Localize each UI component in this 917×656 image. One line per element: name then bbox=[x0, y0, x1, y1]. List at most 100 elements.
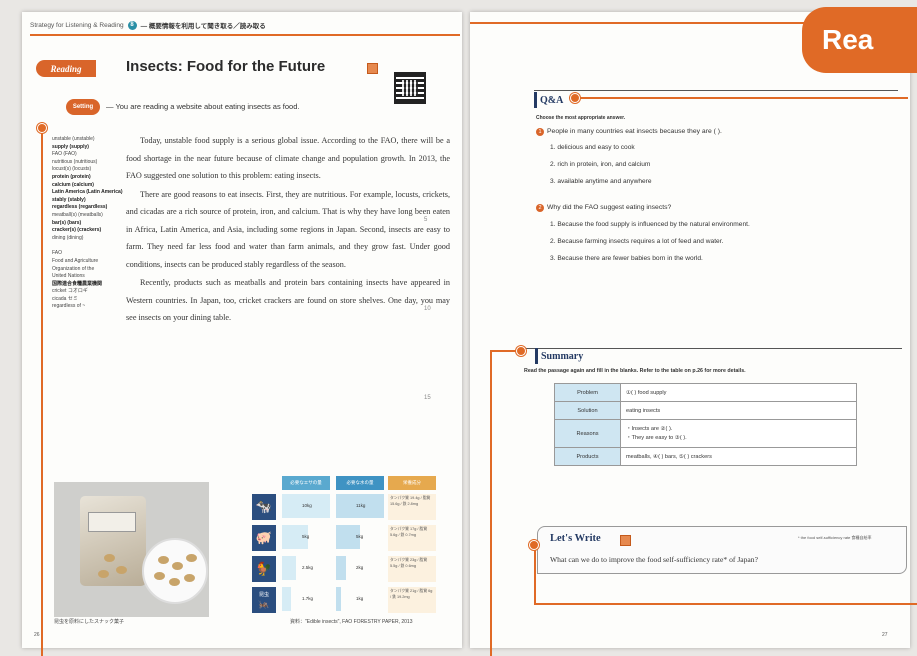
setting-badge: Setting bbox=[66, 99, 100, 115]
glossary: unstable (unstable) supply (supply) FAO … bbox=[52, 136, 124, 311]
cricket-cracker-photo bbox=[54, 482, 209, 617]
glossary-note: Organization of the bbox=[52, 265, 95, 272]
textbook-spread: Strategy for Listening & Reading 8 — 概要情… bbox=[0, 0, 917, 656]
lets-write-note: * the food self-sufficiency rate 食糧自給率 bbox=[798, 535, 872, 540]
water-value: 5kg bbox=[356, 534, 364, 539]
glossary-item: unstable (unstable) bbox=[52, 136, 95, 142]
qa-instruction: Choose the most appropriate answer. bbox=[536, 115, 626, 121]
glossary-note: 国際連合食糧農業機関 bbox=[52, 280, 103, 287]
glossary-item: FAO (FAO) bbox=[52, 151, 77, 158]
summary-cell[interactable]: meatballs, ④( ) bars, ⑤( ) crackers bbox=[620, 447, 857, 466]
water-value: 11kg bbox=[356, 503, 366, 508]
worksheet-icon[interactable] bbox=[367, 63, 378, 74]
question-2: 2 Why did the FAO suggest eating insects? bbox=[536, 204, 671, 212]
summary-cell[interactable]: ・Insects are ②( ). ・They are easy to ③( … bbox=[620, 419, 857, 448]
summary-label: Reasons bbox=[554, 419, 621, 448]
annotation-dot bbox=[37, 123, 47, 133]
table-row: Problem ①( ) food supply bbox=[554, 383, 857, 402]
nutrient-cell: タンパク質 23g / 脂質 5.5g / 鉄 0.6mg bbox=[388, 556, 436, 582]
summary-cell[interactable]: ①( ) food supply bbox=[620, 383, 857, 402]
glossary-item: Latin America (Latin America) bbox=[52, 189, 123, 196]
table-row: 🐓 2.5kg 2kg タンパク質 23g / 脂質 5.5g / 鉄 0.6m… bbox=[250, 556, 440, 586]
chicken-icon: 🐓 bbox=[252, 556, 276, 582]
figure-source: 資料："Edible insects", FAO FORESTRY PAPER,… bbox=[290, 619, 413, 625]
lets-write-question[interactable]: What can we do to improve the food self-… bbox=[550, 555, 758, 564]
table-row: Products meatballs, ④( ) bars, ⑤( ) crac… bbox=[554, 447, 857, 466]
glossary-note: regardless of ~ bbox=[52, 303, 86, 310]
glossary-item: meatball(s) (meatballs) bbox=[52, 211, 103, 218]
glossary-item: dining (dining) bbox=[52, 234, 84, 241]
line-number: 15 bbox=[424, 395, 431, 401]
glossary-item: protein (protein) bbox=[52, 173, 91, 180]
water-value: 1kg bbox=[356, 596, 364, 601]
summary-label: Problem bbox=[554, 383, 621, 402]
annotation-line bbox=[41, 128, 43, 656]
worksheet-icon[interactable] bbox=[620, 535, 631, 546]
summary-table: Problem ①( ) food supply Solution eating… bbox=[554, 383, 857, 466]
snack-bag bbox=[80, 496, 146, 586]
annotation-dot bbox=[570, 93, 580, 103]
page-number-right: 27 bbox=[882, 632, 888, 638]
annotation-line bbox=[534, 544, 536, 604]
right-top-rule bbox=[470, 22, 810, 24]
left-page: Strategy for Listening & Reading 8 — 概要情… bbox=[22, 12, 462, 648]
annotation-dot bbox=[516, 346, 526, 356]
reading-section-tab[interactable]: Rea bbox=[802, 7, 917, 73]
glossary-item: supply (supply) bbox=[52, 143, 89, 150]
q2-option[interactable]: 3. Because there are fewer babies born i… bbox=[550, 255, 703, 262]
q2-option[interactable]: 1. Because the food supply is influenced… bbox=[550, 221, 750, 228]
lets-write-box: Let's Write * the food self-sufficiency … bbox=[537, 526, 907, 574]
question-1: 1 People in many countries eat insects be… bbox=[536, 128, 722, 136]
cricket-icon: 昆虫 🦗 bbox=[252, 587, 276, 613]
annotation-line bbox=[490, 350, 492, 656]
q1-option[interactable]: 2. rich in protein, iron, and calcium bbox=[550, 161, 650, 168]
glossary-note: United Nations bbox=[52, 273, 85, 280]
feed-value: 2.5kg bbox=[302, 565, 314, 570]
feed-value: 5kg bbox=[302, 534, 310, 539]
q1-option[interactable]: 3. available anytime and anywhere bbox=[550, 178, 652, 185]
strategy-jp: — 概要情報を利用して聞き取る／読み取る bbox=[140, 23, 266, 30]
glossary-item: nutritious (nutritious) bbox=[52, 158, 98, 165]
strategy-bar: Strategy for Listening & Reading 8 — 概要情… bbox=[30, 18, 462, 32]
nutrient-cell: タンパク質 21g / 脂質 6g / 鉄 19.2mg bbox=[388, 587, 436, 613]
photo-caption: 昆虫を原料にしたスナック菓子 bbox=[54, 619, 125, 625]
glossary-item: locust(s) (locusts) bbox=[52, 166, 92, 173]
table-row: 昆虫 🦗 1.7kg 1kg タンパク質 21g / 脂質 6g / 鉄 19.… bbox=[250, 587, 440, 617]
reading-title: Insects: Food for the Future bbox=[126, 58, 326, 75]
bag-label bbox=[88, 512, 136, 532]
paragraph-1: Today, unstable food supply is a serious… bbox=[126, 136, 450, 180]
line-number: 10 bbox=[424, 306, 431, 312]
paragraph-3: Recently, products such as meatballs and… bbox=[126, 278, 450, 322]
summary-cell: eating insects bbox=[620, 401, 857, 420]
glossary-note: Food and Agriculture bbox=[52, 257, 99, 264]
paragraph-2: There are good reasons to eat insects. F… bbox=[126, 189, 450, 269]
reading-passage: Today, unstable food supply is a serious… bbox=[126, 132, 450, 328]
glossary-item: regardless (regardless) bbox=[52, 204, 108, 211]
header-feed: 必要なエサの量 bbox=[282, 476, 330, 490]
table-row: 🐖 5kg 5kg タンパク質 17g / 脂質 5.6g / 鉄 0.7mg bbox=[250, 525, 440, 555]
qa-rule bbox=[534, 90, 898, 91]
nutrient-cell: タンパク質 19.4g / 脂質 15.6g / 鉄 2.8mg bbox=[388, 494, 436, 520]
glossary-note: FAO bbox=[52, 250, 63, 257]
summary-label: Solution bbox=[554, 401, 621, 420]
glossary-item: stably (stably) bbox=[52, 196, 86, 203]
q1-option[interactable]: 1. delicious and easy to cook bbox=[550, 144, 635, 151]
glossary-item: bar(s) (bars) bbox=[52, 219, 82, 226]
qr-code-icon bbox=[394, 72, 426, 104]
pig-icon: 🐖 bbox=[252, 525, 276, 551]
summary-heading: Summary bbox=[535, 348, 583, 364]
setting-text: — You are reading a website about eating… bbox=[106, 102, 300, 111]
annotation-line bbox=[490, 350, 518, 352]
nutrient-cell: タンパク質 17g / 脂質 5.6g / 鉄 0.7mg bbox=[388, 525, 436, 551]
summary-label: Products bbox=[554, 447, 621, 466]
annotation-line bbox=[534, 603, 917, 605]
comparison-table: 必要なエサの量 必要な水の量 栄養成分 🐄 10kg 11kg タンパク質 19… bbox=[250, 476, 440, 616]
reading-badge: Reading bbox=[36, 60, 96, 77]
plate bbox=[142, 538, 208, 604]
glossary-item: cracker(s) (crackers) bbox=[52, 227, 102, 234]
table-row: Reasons ・Insects are ②( ). ・They are eas… bbox=[554, 419, 857, 448]
q2-option[interactable]: 2. Because farming insects requires a lo… bbox=[550, 238, 723, 245]
feed-value: 10kg bbox=[302, 503, 312, 508]
header-water: 必要な水の量 bbox=[336, 476, 384, 490]
glossary-note: cricket コオロギ bbox=[52, 288, 88, 295]
